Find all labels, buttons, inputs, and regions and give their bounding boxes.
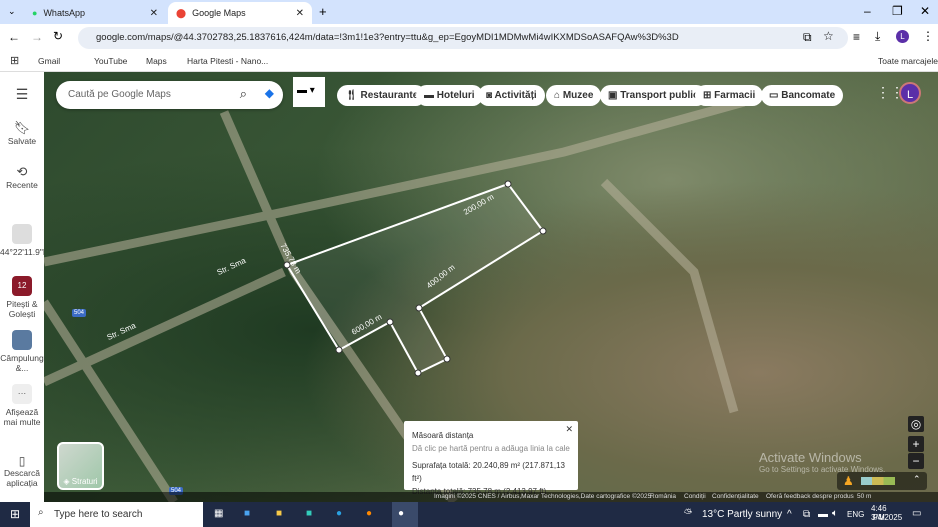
store-icon[interactable]: ■ <box>306 508 312 519</box>
map-footer: Imagini ©2025 CNES / Airbus,Maxar Techno… <box>44 492 938 502</box>
chip-atms[interactable]: ▭ Bancomate <box>761 85 844 106</box>
tab-whatsapp[interactable]: ● WhatsApp ✕ <box>24 2 166 24</box>
task-view-icon[interactable]: ▦ <box>214 508 223 519</box>
new-tab-button[interactable]: + <box>319 4 327 19</box>
close-window-button[interactable]: ✕ <box>920 4 930 18</box>
volume-icon[interactable]: 🔈︎ <box>832 508 838 519</box>
chrome-icon[interactable]: ● <box>392 502 418 527</box>
tab-google-maps[interactable]: ⬤ Google Maps ✕ <box>168 2 312 24</box>
recent-item-coordinates[interactable]: 44°22'11.9"N... <box>0 224 56 257</box>
install-app-icon[interactable]: ⧉ <box>803 30 812 45</box>
browser-icon[interactable]: ● <box>366 508 372 519</box>
tab-search-icon[interactable]: ⌄ <box>8 6 16 17</box>
outlook-icon[interactable]: ■ <box>244 508 250 519</box>
notifications-icon[interactable]: ▭ <box>912 508 921 519</box>
layers-button[interactable]: ◈ Straturi <box>57 442 104 490</box>
address-bar-row: ← → ↻ google.com/maps/@44.3702783,25.183… <box>0 24 938 52</box>
layers-icon: ◈ <box>63 477 72 486</box>
taskbar-search[interactable]: ⌕ Type here to search <box>30 502 203 527</box>
forward-button[interactable]: → <box>31 30 43 44</box>
road <box>600 178 739 414</box>
battery-icon[interactable]: ▬ <box>818 509 828 520</box>
minimize-button[interactable]: – <box>864 4 871 18</box>
download-icon[interactable]: ⤓ <box>875 29 880 44</box>
total-area: Suprafața totală: 20.240,89 m² (217.871,… <box>412 461 565 483</box>
restore-button[interactable]: ❐ <box>892 4 903 18</box>
bed-icon: ▬ <box>424 90 437 101</box>
recent-item-pitesti[interactable]: 12 Pitești & Golești <box>0 276 44 319</box>
bookmark-maps[interactable]: Maps <box>146 56 167 66</box>
scale-bar[interactable]: 50 m <box>857 493 871 500</box>
my-location-button[interactable]: ◎ <box>908 416 924 432</box>
chip-restaurants[interactable]: 🍴︎ Restaurante <box>337 85 427 106</box>
account-avatar[interactable]: L <box>899 82 921 104</box>
imagery-thumbnails[interactable] <box>861 477 895 485</box>
profile-avatar[interactable]: L <box>896 30 909 43</box>
bus-icon: ▣ <box>608 90 621 101</box>
history-icon: ⟲ <box>16 164 28 179</box>
zoom-out-button[interactable]: − <box>908 453 924 469</box>
menu-button[interactable]: ☰ <box>0 86 44 103</box>
search-input[interactable]: Caută pe Google Maps ⌕ ◆ <box>56 81 283 109</box>
media-icon[interactable]: ≡ <box>853 30 860 44</box>
recent-button[interactable]: ⟲ Recente <box>0 164 44 190</box>
directions-icon[interactable]: ◆ <box>265 86 274 100</box>
chip-museums[interactable]: ⌂ Muzee <box>546 85 602 106</box>
whatsapp-icon: ● <box>32 8 38 18</box>
tab-strip: ⌄ ● WhatsApp ✕ ⬤ Google Maps ✕ + – ❐ ✕ <box>0 0 938 24</box>
measure-distance-panel: ✕ Măsoară distanța Dă clic pe hartă pent… <box>404 421 578 496</box>
satellite-map[interactable]: 200,00 m 400,00 m 600,00 m 735,78 m Str.… <box>44 72 938 502</box>
close-icon[interactable]: ✕ <box>565 423 573 436</box>
download-app-button[interactable]: ▯ Descarcă aplicația <box>0 454 44 488</box>
bookmarks-bar: ⊞ Gmail YouTube Maps Harta Pitesti - Nan… <box>0 52 938 72</box>
activation-watermark: Activate Windows Go to Settings to activa… <box>759 450 886 474</box>
search-icon[interactable]: ⌕ <box>240 86 247 102</box>
expand-icon[interactable]: ⌃ <box>913 474 921 485</box>
menu-icon[interactable]: ⋮ <box>922 29 934 43</box>
bookmark-star-icon[interactable]: ☆ <box>823 29 834 43</box>
keyboard-button[interactable]: ▬ ▾ <box>293 77 325 107</box>
back-button[interactable]: ← <box>8 30 20 44</box>
reload-button[interactable]: ↻ <box>53 29 63 43</box>
tray-chevron-icon[interactable]: ^ <box>787 509 792 520</box>
close-tab-icon[interactable]: ✕ <box>150 8 158 19</box>
network-icon[interactable]: ⧉ <box>803 509 810 520</box>
file-explorer-icon[interactable]: ■ <box>276 508 282 519</box>
bookmark-gmail[interactable]: Gmail <box>38 56 60 66</box>
saved-button[interactable]: 🔖︎ Salvate <box>0 120 44 146</box>
close-tab-icon[interactable]: ✕ <box>296 8 304 19</box>
windows-start-icon[interactable]: ⊞ <box>10 507 20 521</box>
url-input[interactable]: google.com/maps/@44.3702783,25.1837616,4… <box>78 27 848 49</box>
chip-hotels[interactable]: ▬ Hoteluri <box>416 85 483 106</box>
road-number: 504 <box>72 309 87 317</box>
museum-icon: ⌂ <box>554 90 563 101</box>
pharmacy-icon: ⊞ <box>703 90 715 101</box>
maps-pin-icon: ⬤ <box>176 7 187 18</box>
measured-polygon <box>285 182 545 375</box>
bookmark-harta[interactable]: Harta Pitesti - Nano... <box>187 56 268 66</box>
atm-icon: ▭ <box>769 90 782 101</box>
show-more-button[interactable]: ··· Afișează mai multe <box>0 384 44 427</box>
weather-icon[interactable]: ⛅︎ <box>684 508 692 519</box>
bookmark-icon: 🔖︎ <box>13 120 31 135</box>
bookmark-youtube[interactable]: YouTube <box>94 56 127 66</box>
all-bookmarks[interactable]: Toate marcajele <box>878 56 938 66</box>
more-icon: ··· <box>12 384 32 404</box>
recent-item-campulung[interactable]: Câmpulung &... <box>0 330 44 373</box>
chip-transit[interactable]: ▣ Transport public <box>600 85 707 106</box>
chip-pharmacies[interactable]: ⊞ Farmacii <box>695 85 764 106</box>
taskbar: ⊞ ⌕ Type here to search ▦ ■ ■ ■ ● ● ● ⛅︎ … <box>0 502 938 527</box>
search-icon: ⌕ <box>38 507 44 518</box>
zoom-in-button[interactable]: + <box>908 436 924 452</box>
pegman-icon[interactable]: ♟ <box>843 474 854 488</box>
apps-icon[interactable]: ⊞ <box>10 54 19 67</box>
fork-knife-icon: 🍴︎ <box>345 90 361 101</box>
chip-activities[interactable]: ◙ Activități <box>478 85 545 106</box>
edge-icon[interactable]: ● <box>336 508 342 519</box>
imagery-strip[interactable]: ♟ ⌃ <box>837 472 927 490</box>
phone-icon: ▯ <box>18 454 26 468</box>
maps-sidebar: ☰ 🔖︎ Salvate ⟲ Recente 44°22'11.9"N... 12 P… <box>0 72 56 502</box>
